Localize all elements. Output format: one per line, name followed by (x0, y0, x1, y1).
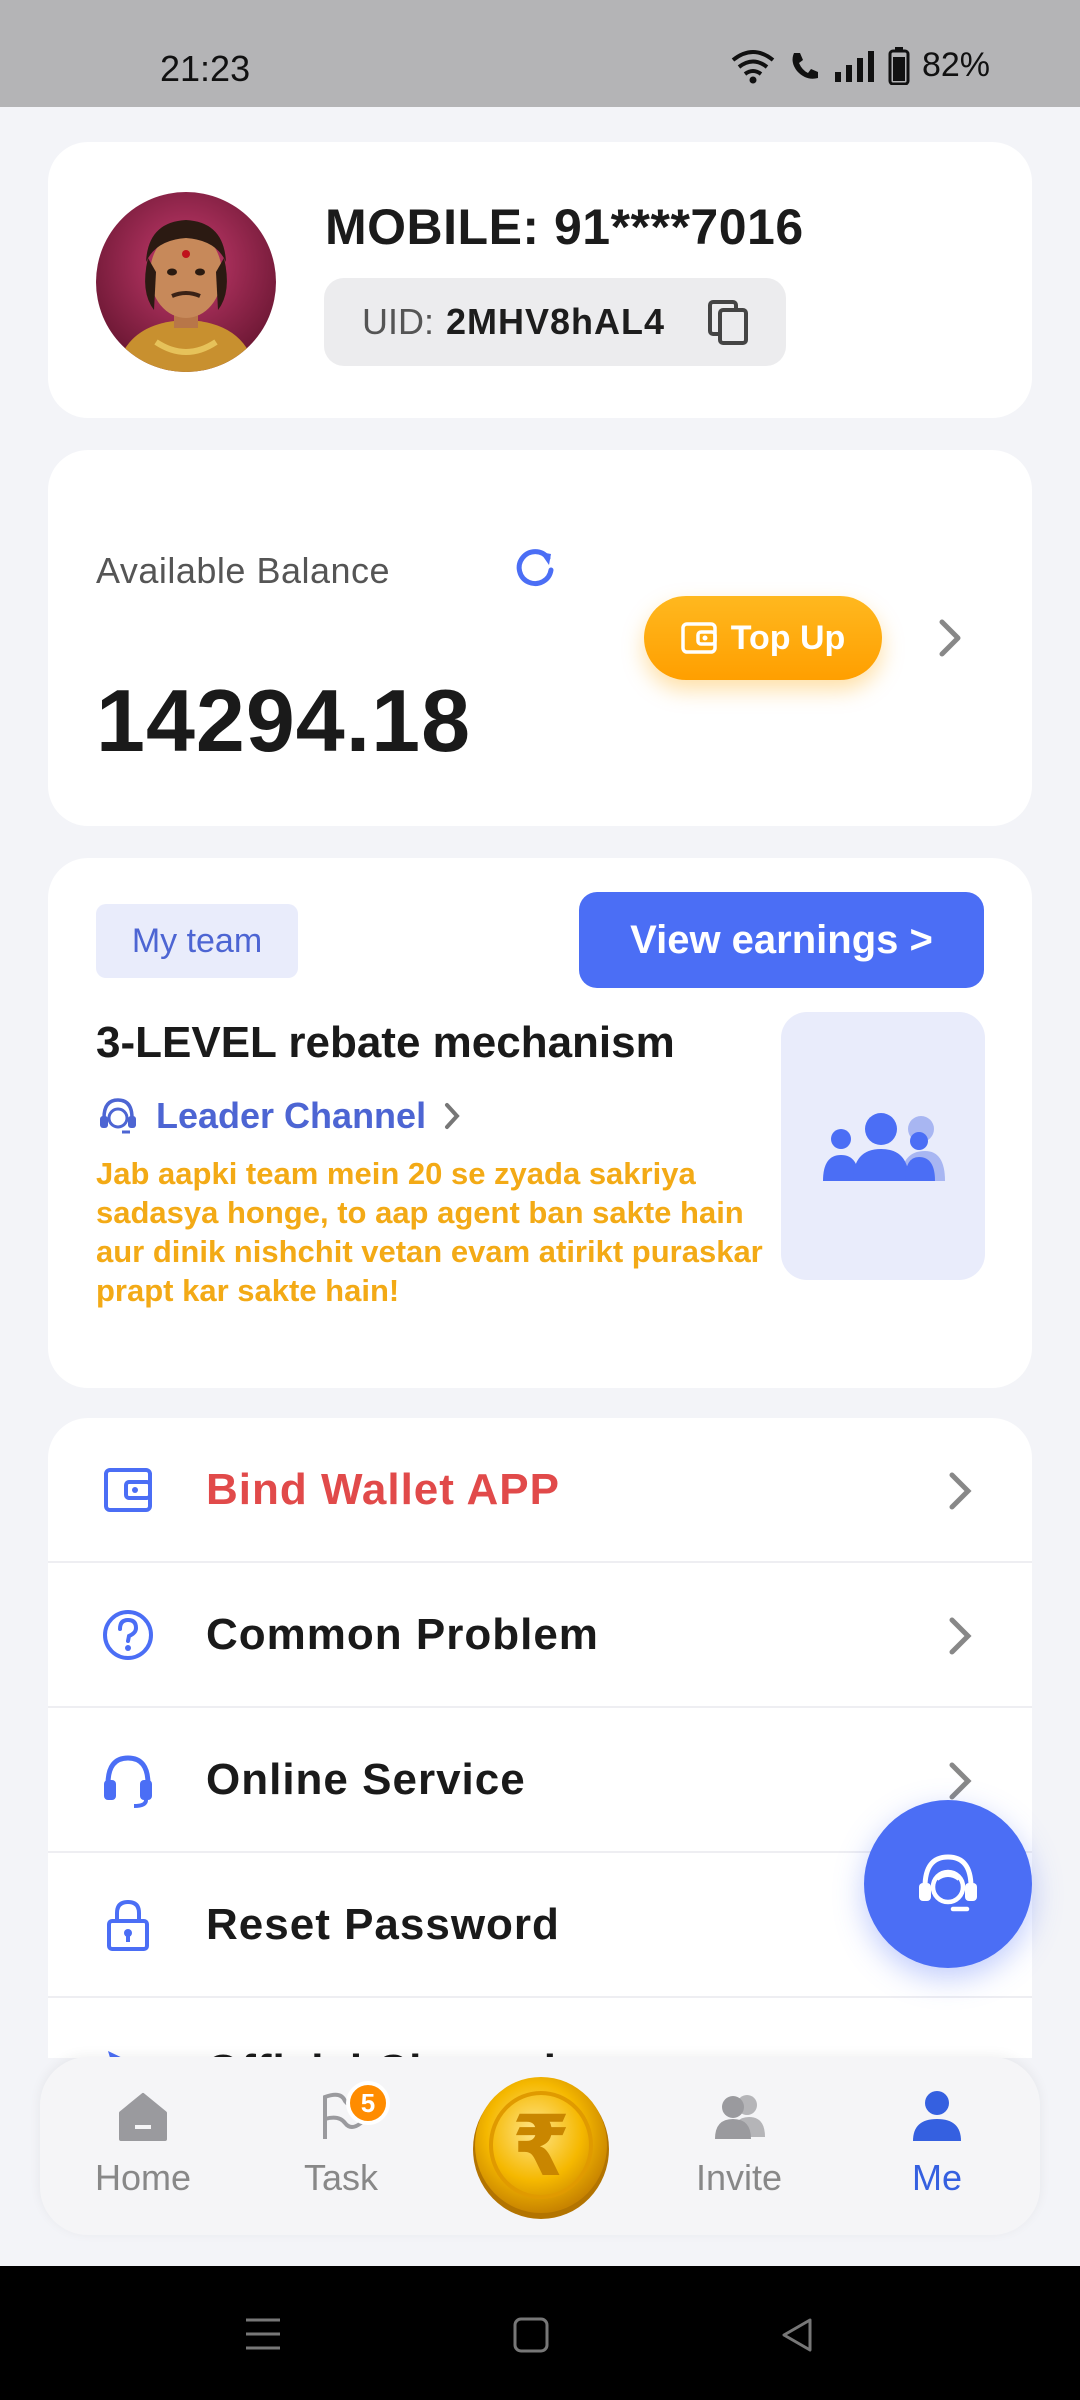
home-icon (119, 2093, 167, 2141)
nav-invite-label: Invite (695, 2157, 783, 2198)
nav-task[interactable]: 5 Task (266, 2081, 416, 2199)
team-description: Jab aapki team mein 20 se zyada sakriya … (96, 1156, 763, 1308)
balance-card[interactable]: Available Balance 14294.18 Top Up (48, 450, 1032, 826)
rupee-coin-icon[interactable]: ₹ (470, 2071, 612, 2221)
battery-percent: 82% (921, 46, 990, 84)
leader-channel-link[interactable]: Leader Channel (96, 1094, 462, 1138)
send-icon (108, 2050, 124, 2058)
topup-button[interactable]: Top Up (644, 596, 882, 680)
chevron-right-icon (949, 1617, 972, 1655)
team-card: My team View earnings > 3-LEVEL rebate m… (48, 858, 1032, 1388)
uid-box: UID: 2MHV8hAL4 (324, 278, 786, 366)
leader-channel-label: Leader Channel (156, 1095, 427, 1136)
nav-task-label: Task (303, 2157, 379, 2198)
team-icon (823, 1113, 945, 1181)
menu-label: Common Problem (206, 1609, 599, 1659)
chevron-right-icon[interactable] (936, 618, 964, 658)
balance-value: 14294.18 (96, 671, 472, 770)
status-icons: 82% (730, 46, 990, 85)
battery-icon (888, 46, 910, 85)
menu-icon[interactable] (244, 2316, 282, 2352)
wifi-call-icon (792, 52, 818, 79)
signal-icon (834, 50, 874, 82)
copy-icon[interactable] (708, 300, 750, 346)
topup-label: Top Up (730, 618, 846, 657)
rebate-title: 3-LEVEL rebate mechanism (96, 1018, 675, 1067)
home-square-icon[interactable] (512, 2316, 550, 2354)
avatar[interactable] (96, 192, 276, 372)
menu-item-common-problem[interactable]: Common Problem (48, 1563, 1032, 1708)
system-nav-bar (0, 2266, 1080, 2400)
bottom-nav: Home 5 Task ₹ Invite Me (40, 2057, 1040, 2235)
refresh-icon[interactable] (512, 544, 558, 590)
settings-menu: Bind Wallet APP Common Problem Online Se… (48, 1418, 1032, 2058)
chevron-right-icon (949, 1472, 972, 1510)
headset-icon (104, 1754, 152, 1808)
menu-label: Bind Wallet APP (206, 1464, 560, 1514)
nav-me-label: Me (911, 2157, 962, 2198)
menu-item-official-channel[interactable]: Official Channel (48, 1998, 1032, 2058)
people-icon (715, 2095, 765, 2139)
nav-home[interactable]: Home (68, 2087, 218, 2199)
my-team-tag: My team (96, 904, 298, 978)
support-agent-icon (100, 1098, 136, 1134)
mobile-number: MOBILE: 91****7016 (325, 199, 804, 255)
user-icon (913, 2091, 961, 2141)
chevron-right-icon (445, 1103, 460, 1129)
uid-value: 2MHV8hAL4 (446, 301, 666, 342)
nav-invite[interactable]: Invite (664, 2087, 814, 2199)
back-icon[interactable] (778, 2316, 816, 2354)
team-illustration (781, 1012, 985, 1280)
svg-text:₹: ₹ (512, 2097, 570, 2195)
task-badge: 5 (346, 2081, 390, 2125)
support-agent-icon (919, 1854, 977, 1912)
status-bar: 21:23 82% (0, 0, 1080, 107)
question-icon (103, 1609, 153, 1660)
menu-item-bind-wallet[interactable]: Bind Wallet APP (48, 1418, 1032, 1563)
nav-home-label: Home (94, 2157, 192, 2198)
lock-icon (107, 1899, 149, 1951)
profile-card: MOBILE: 91****7016 UID: 2MHV8hAL4 (48, 142, 1032, 418)
balance-label: Available Balance (96, 550, 391, 591)
uid-label: UID: (362, 301, 434, 342)
menu-label: Reset Password (206, 1899, 560, 1949)
menu-label: Online Service (206, 1754, 526, 1804)
view-earnings-button[interactable]: View earnings > (579, 892, 984, 988)
wifi-icon (731, 49, 775, 83)
chevron-right-icon (949, 1762, 972, 1800)
status-time: 21:23 (160, 48, 251, 89)
nav-me[interactable]: Me (862, 2087, 1012, 2199)
wallet-icon (104, 1467, 152, 1512)
wallet-icon (680, 622, 717, 654)
customer-service-fab[interactable] (864, 1800, 1032, 1968)
